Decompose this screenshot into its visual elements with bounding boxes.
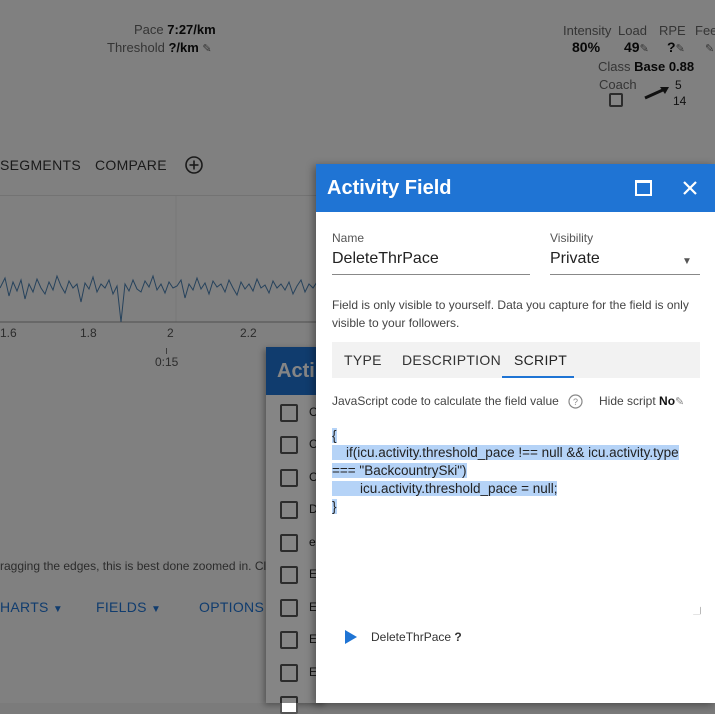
dialog-title: Activity Field (327, 177, 452, 199)
code-line: } (332, 499, 337, 517)
code-line: { (332, 428, 337, 446)
visibility-value: Private (550, 250, 600, 267)
hide-script-value: No (659, 394, 676, 408)
code-line: icu.activity.threshold_pace = null; (332, 481, 558, 499)
run-result: DeleteThrPace ? (371, 630, 462, 644)
visibility-select[interactable]: Private ▼ (550, 250, 700, 274)
active-tab-indicator (502, 376, 574, 378)
tab-script[interactable]: SCRIPT (514, 352, 567, 368)
dropdown-caret-icon: ▼ (682, 256, 692, 267)
hide-script-toggle[interactable]: Hide script No✎ (599, 394, 684, 408)
code-line: if(icu.activity.threshold_pace !== null … (332, 445, 679, 463)
visibility-label: Visibility (550, 231, 594, 245)
name-input-underline (332, 274, 530, 275)
svg-text:?: ? (573, 397, 578, 407)
name-input[interactable]: DeleteThrPace (332, 250, 530, 274)
code-line-text: icu.activity.threshold_pace = null; (332, 481, 558, 496)
hide-script-label: Hide script (599, 394, 656, 408)
code-line-text: if(icu.activity.threshold_pace !== null … (332, 445, 679, 460)
edit-pencil-icon: ✎ (675, 396, 685, 408)
close-icon[interactable] (682, 180, 698, 196)
visibility-underline (550, 274, 700, 275)
code-line-text: { (332, 428, 337, 443)
run-target-name: DeleteThrPace (371, 630, 452, 644)
field-tabs: TYPE DESCRIPTION SCRIPT (332, 342, 700, 378)
code-line: === "BackcountrySki") (332, 463, 467, 481)
code-line-text: === "BackcountrySki") (332, 463, 467, 478)
name-label: Name (332, 231, 365, 245)
help-icon[interactable]: ? (568, 394, 583, 409)
tab-type[interactable]: TYPE (344, 352, 382, 368)
code-line-text: } (332, 499, 337, 514)
tab-description[interactable]: DESCRIPTION (402, 352, 501, 368)
script-label: JavaScript code to calculate the field v… (332, 394, 559, 408)
visibility-info-text: Field is only visible to yourself. Data … (332, 298, 689, 330)
maximize-icon[interactable] (635, 180, 652, 196)
run-play-icon[interactable] (344, 629, 358, 645)
script-code-editor[interactable]: { if(icu.activity.threshold_pace !== nul… (332, 424, 700, 614)
dialog-header: Activity Field (316, 164, 715, 212)
run-result-value: ? (454, 630, 462, 644)
